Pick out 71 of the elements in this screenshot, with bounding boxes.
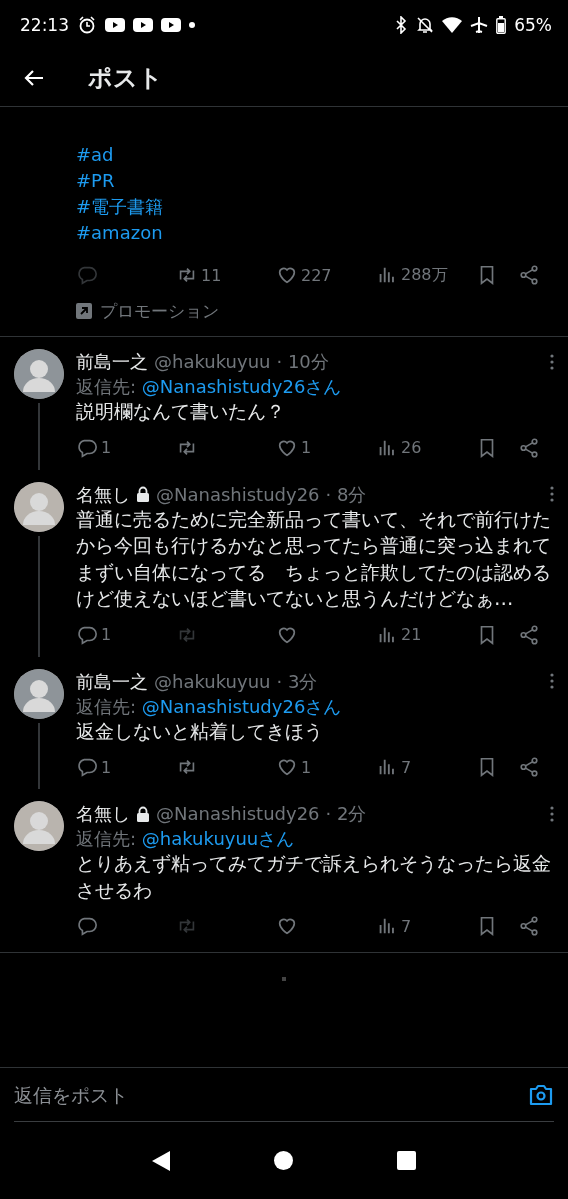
reply-icon[interactable] (76, 915, 98, 937)
author-name[interactable]: 前島一之 (76, 349, 148, 374)
mention-link[interactable]: @Nanashistudy26さん (141, 376, 342, 397)
avatar[interactable] (14, 668, 64, 719)
replying-to-text: 返信先: @Nanashistudy26さん (76, 694, 343, 719)
play-box-icon (161, 17, 181, 33)
bell-off-icon (416, 16, 435, 34)
battery-icon (496, 16, 507, 34)
play-box-icon (133, 17, 153, 33)
camera-icon[interactable] (528, 1082, 554, 1107)
bluetooth-icon (394, 16, 409, 34)
share-icon[interactable] (518, 756, 540, 778)
clock-time: 22:13 (20, 15, 69, 35)
avatar[interactable] (14, 349, 64, 399)
hashtag-link[interactable]: #電子書籍 (76, 194, 164, 220)
post-time: · 3分 (276, 669, 318, 694)
reply-text: 説明欄なんて書いたん？ (76, 399, 286, 425)
dot-icon (189, 22, 195, 28)
view-count: 7 (401, 916, 412, 936)
promotion-label: プロモーション (100, 299, 219, 323)
reply-count: 1 (101, 757, 112, 777)
replying-to-text: 返信先: @hakukuyuuさん (76, 827, 296, 851)
author-handle[interactable]: @hakukuyuu (154, 668, 271, 694)
replying-to-text: 返信先: @Nanashistudy26さん (76, 375, 343, 399)
back-triangle-icon[interactable] (152, 1150, 170, 1171)
mention-link[interactable]: @Nanashistudy26さん (141, 695, 342, 717)
hashtag-link[interactable]: #amazon (76, 220, 163, 246)
reply-input-field[interactable]: 返信をポスト (14, 1083, 528, 1106)
reply-count: 1 (101, 438, 112, 457)
post-time: · 10分 (276, 350, 329, 374)
more-options-icon[interactable] (550, 673, 554, 689)
wifi-icon (442, 17, 463, 33)
like-count: 227 (301, 265, 332, 285)
author-handle[interactable]: @hakukuyuu (154, 349, 271, 374)
author-name[interactable]: 名無し (76, 801, 130, 826)
post-time: · 2分 (325, 802, 367, 826)
mention-link[interactable]: @hakukuyuuさん (141, 828, 295, 849)
view-count: 7 (401, 757, 412, 777)
reply-icon[interactable] (76, 756, 98, 778)
retweet-count: 11 (201, 265, 222, 285)
like-count: 1 (301, 757, 312, 777)
author-name[interactable]: 名無し (76, 481, 130, 507)
avatar[interactable] (14, 481, 64, 532)
more-options-icon[interactable] (550, 805, 554, 822)
reply-count: 1 (101, 625, 112, 644)
share-icon[interactable] (518, 623, 540, 646)
author-name[interactable]: 前島一之 (76, 668, 148, 694)
battery-percent: 65% (514, 15, 552, 35)
post-time: · 8分 (325, 482, 367, 507)
more-options-icon[interactable] (550, 353, 554, 370)
like-count: 1 (301, 438, 312, 457)
reply-text: 普通に売るために完全新品って書いて、それで前行けたから今回も行けるかなと思ってたら普通に突っ込まれてまずい自体になってる ちょっと詐欺してたのは認めるけど使えないほど書いてないと思うんだけどなぁ… (76, 506, 552, 612)
view-count: 288万 (401, 264, 448, 286)
play-box-icon (105, 17, 125, 33)
view-count: 26 (401, 438, 422, 457)
reply-text: とりあえず粘ってみてガチで訴えられそうなったら返金させるわ (76, 851, 552, 904)
view-count: 21 (401, 625, 422, 644)
airplane-icon (470, 16, 489, 34)
reply-text: 返金しないと粘着してきほう (76, 718, 324, 745)
hashtag-link[interactable]: #ad (76, 142, 114, 168)
author-handle[interactable]: @Nanashistudy26 (156, 481, 320, 507)
hashtag-link[interactable]: #PR (76, 168, 115, 194)
share-icon[interactable] (518, 915, 540, 937)
page-title: ポスト (88, 63, 163, 94)
alarm-clock-icon (77, 15, 97, 35)
author-handle[interactable]: @Nanashistudy26 (156, 801, 320, 826)
avatar[interactable] (14, 801, 64, 851)
home-circle-icon[interactable] (274, 1151, 293, 1170)
more-options-icon[interactable] (550, 486, 554, 502)
share-icon[interactable] (518, 264, 540, 286)
share-icon[interactable] (518, 436, 540, 459)
